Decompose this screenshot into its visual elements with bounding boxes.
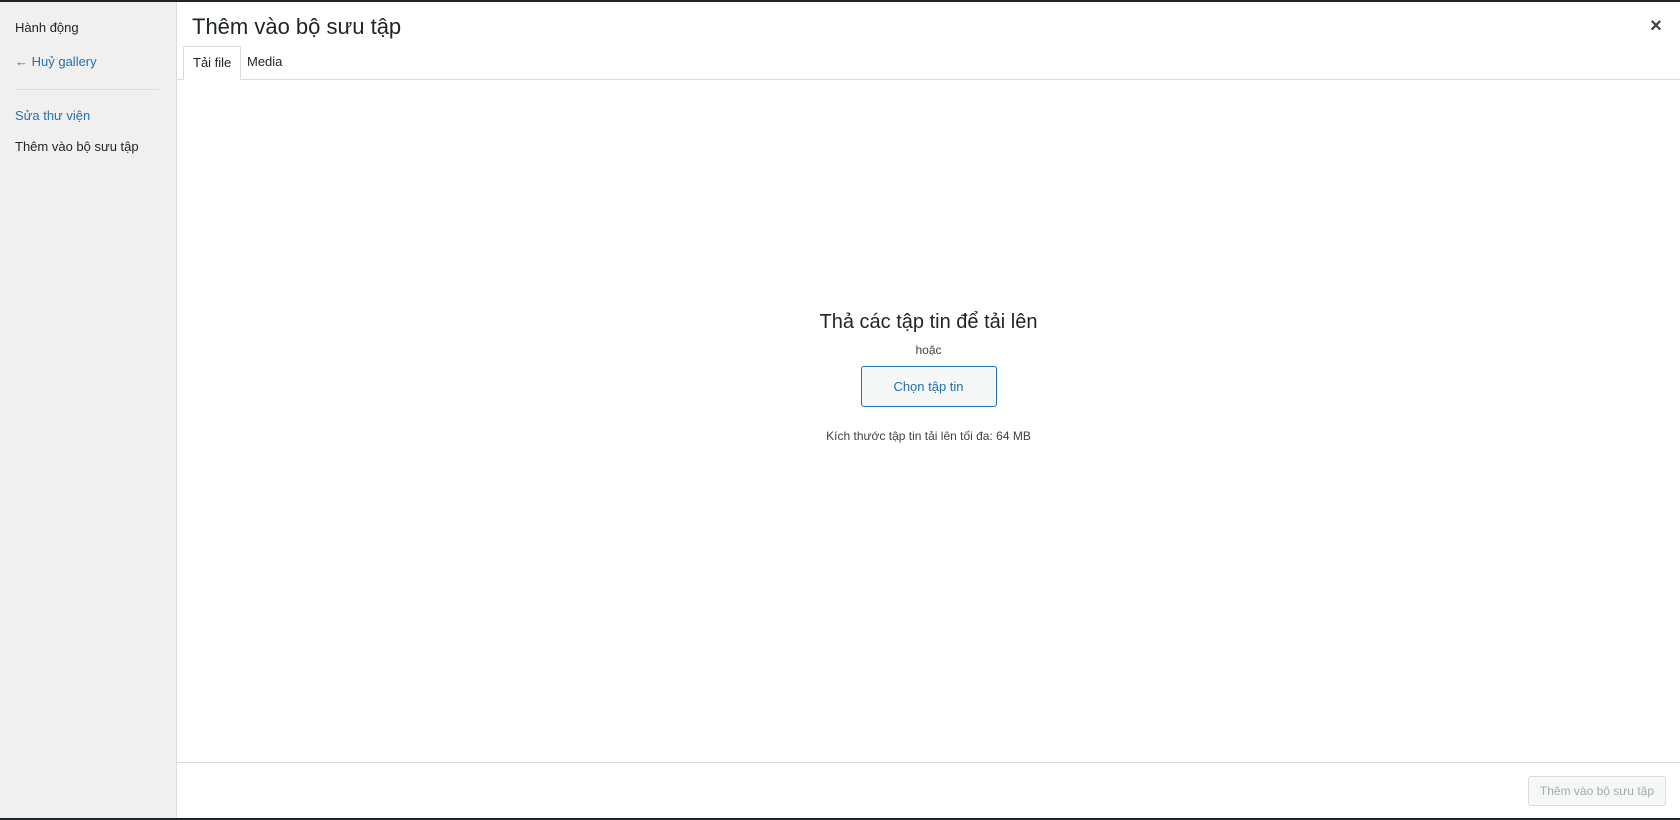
drop-files-title: Thả các tập tin để tải lên <box>819 311 1038 333</box>
select-files-button[interactable]: Chọn tập tin <box>860 366 997 407</box>
close-icon[interactable]: × <box>1644 14 1668 38</box>
tab-upload-files[interactable]: Tải file <box>183 46 242 80</box>
or-text: hoặc <box>915 343 942 357</box>
menu-heading: Hành động <box>15 20 79 35</box>
add-to-gallery-menu-item[interactable]: Thêm vào bộ sưu tập <box>15 139 139 154</box>
upload-instructions: Thả các tập tin để tải lên hoặc Chọn tập… <box>177 308 1680 443</box>
menu-separator <box>15 89 159 90</box>
media-toolbar: Thêm vào bộ sưu tập <box>177 762 1680 818</box>
max-upload-size-text: Kích thước tập tin tải lên tối đa: 64 MB <box>826 429 1031 443</box>
frame-title: Thêm vào bộ sưu tập <box>192 14 402 39</box>
edit-gallery-link[interactable]: Sửa thư viện <box>15 108 90 123</box>
upload-dropzone[interactable]: Thả các tập tin để tải lên hoặc Chọn tập… <box>177 80 1680 763</box>
add-to-gallery-button[interactable]: Thêm vào bộ sưu tập <box>1527 776 1666 806</box>
media-router-tabs: Tải file Media <box>177 46 1680 80</box>
tab-media-library[interactable]: Media <box>238 46 291 79</box>
media-modal: Hành động ← Huỷ gallery Sửa thư viện Thê… <box>0 2 1680 818</box>
media-sidebar-menu: Hành động ← Huỷ gallery Sửa thư viện Thê… <box>0 2 177 818</box>
cancel-gallery-link[interactable]: ← Huỷ gallery <box>15 54 97 69</box>
